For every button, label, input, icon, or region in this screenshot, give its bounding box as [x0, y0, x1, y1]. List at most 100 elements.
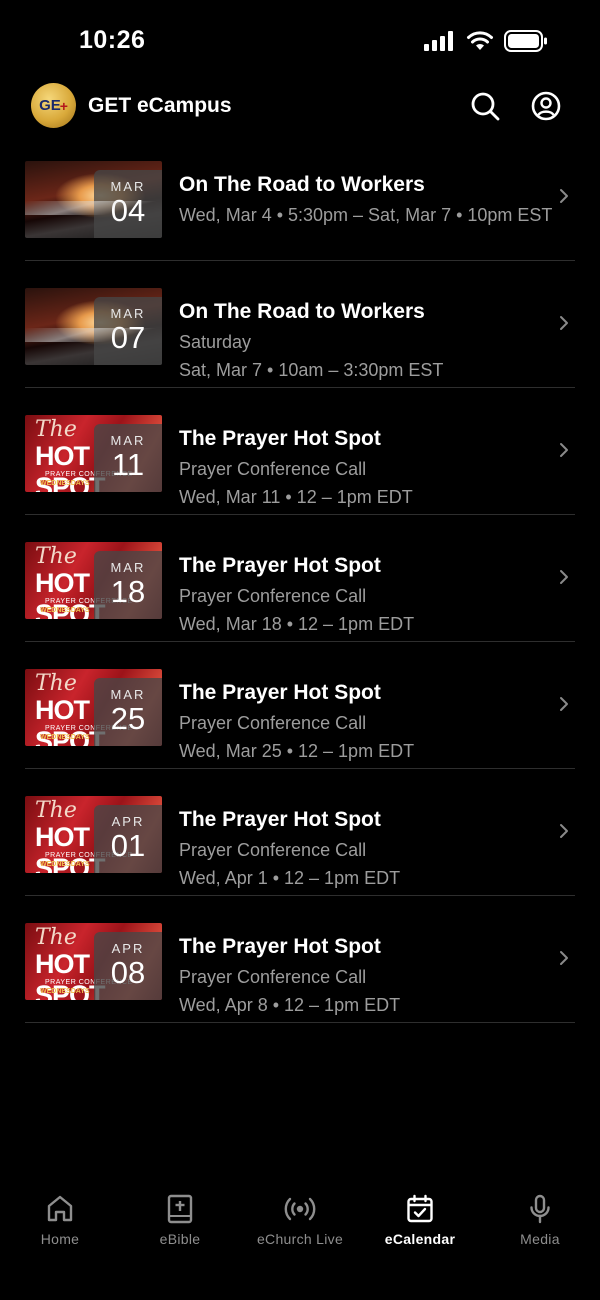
tab-echurch-live[interactable]: eChurch Live: [240, 1180, 360, 1300]
tab-ecalendar[interactable]: eCalendar: [360, 1180, 480, 1300]
event-row[interactable]: The HOT SPOT PRAYER CONFERENCE WEDNESDAYS AP…: [25, 769, 575, 896]
profile-button[interactable]: [530, 90, 562, 122]
app-title: GET eCampus: [88, 94, 232, 117]
chevron-right-icon: [560, 824, 568, 838]
thumb-art-the: The: [35, 544, 77, 569]
event-detail: Prayer Conference Call: [179, 459, 367, 479]
date-day: 11: [111, 447, 145, 482]
thumb-art-the: The: [35, 925, 77, 950]
battery-icon: [504, 30, 547, 52]
event-thumbnail: The HOT SPOT PRAYER CONFERENCE WEDNESDAYS MA…: [25, 542, 162, 619]
tab-label: eBible: [159, 1231, 201, 1247]
thumb-art-sub: WEDNESDAYS: [40, 988, 90, 995]
date-badge: MAR 07: [94, 297, 162, 365]
tab-label: eCalendar: [384, 1231, 456, 1247]
event-detail: Wed, Apr 1 • 12 – 1pm EDT: [179, 868, 401, 888]
event-text: On The Road to Workers Wed, Mar 4 • 5:30p…: [179, 173, 559, 229]
event-row[interactable]: MAR 07 On The Road to Workers Saturday Sat, …: [25, 261, 575, 388]
bible-icon: [167, 1194, 193, 1224]
date-month: MAR: [110, 306, 146, 321]
event-thumbnail: MAR 04: [25, 161, 162, 238]
event-title: The Prayer Hot Spot: [179, 808, 381, 831]
tab-bar: Home eBible eChurch Live eCalendar Media: [0, 1180, 600, 1300]
event-thumbnail: The HOT SPOT PRAYER CONFERENCE WEDNESDAYS MA…: [25, 669, 162, 746]
event-title: The Prayer Hot Spot: [179, 554, 381, 577]
thumb-art-sub: WEDNESDAYS: [40, 861, 90, 868]
date-month: APR: [111, 941, 145, 956]
date-day: 04: [110, 193, 146, 228]
chevron-right-icon: [560, 570, 568, 584]
event-text: The Prayer Hot Spot Prayer Conference Cal…: [179, 427, 559, 511]
event-row[interactable]: The HOT SPOT PRAYER CONFERENCE WEDNESDAYS MA…: [25, 515, 575, 642]
chevron-right-icon: [560, 697, 568, 711]
thumb-art-the: The: [35, 671, 77, 696]
event-title: The Prayer Hot Spot: [179, 681, 381, 704]
event-detail: Prayer Conference Call: [179, 840, 367, 860]
date-day: 07: [110, 320, 146, 355]
status-icons: [424, 30, 548, 52]
date-day: 01: [110, 828, 146, 863]
event-row[interactable]: The HOT SPOT PRAYER CONFERENCE WEDNESDAYS MA…: [25, 642, 575, 769]
broadcast-icon: [284, 1197, 316, 1221]
app-logo-text: GE: [39, 97, 61, 114]
date-month: MAR: [110, 687, 146, 702]
date-day: 18: [110, 574, 146, 609]
event-title: The Prayer Hot Spot: [179, 935, 381, 958]
event-title: On The Road to Workers: [179, 300, 425, 323]
app-logo-mark: +: [59, 97, 68, 114]
tab-label: Media: [520, 1231, 560, 1247]
event-row[interactable]: The HOT SPOT PRAYER CONFERENCE WEDNESDAYS AP…: [25, 896, 575, 1023]
event-list: MAR 04 On The Road to Workers Wed, Mar 4 • …: [25, 134, 575, 1023]
event-detail: Wed, Mar 18 • 12 – 1pm EDT: [179, 614, 415, 634]
date-badge: MAR 18: [94, 551, 162, 619]
event-detail: Prayer Conference Call: [179, 967, 367, 987]
event-detail: Wed, Mar 4 • 5:30pm – Sat, Mar 7 • 10pm …: [179, 205, 553, 225]
chevron-right-icon: [560, 443, 568, 457]
tab-media[interactable]: Media: [480, 1180, 600, 1300]
chevron-right-icon: [560, 316, 568, 330]
date-badge: APR 01: [94, 805, 162, 873]
date-day: 08: [110, 955, 146, 990]
event-detail: Sat, Mar 7 • 10am – 3:30pm EST: [179, 360, 444, 380]
search-button[interactable]: [469, 90, 501, 122]
event-text: The Prayer Hot Spot Prayer Conference Cal…: [179, 808, 559, 892]
thumb-art-the: The: [35, 798, 77, 823]
event-thumbnail: MAR 07: [25, 288, 162, 365]
chevron-right-icon: [560, 189, 568, 203]
microphone-icon: [530, 1194, 550, 1224]
event-thumbnail: The HOT SPOT PRAYER CONFERENCE WEDNESDAYS MA…: [25, 415, 162, 492]
thumb-art-sub: WEDNESDAYS: [40, 607, 90, 614]
event-title: On The Road to Workers: [179, 173, 425, 196]
event-text: The Prayer Hot Spot Prayer Conference Cal…: [179, 554, 559, 638]
event-detail: Wed, Apr 8 • 12 – 1pm EDT: [179, 995, 401, 1015]
event-detail: Wed, Mar 11 • 12 – 1pm EDT: [179, 487, 413, 507]
date-month: APR: [111, 814, 145, 829]
thumb-art-the: The: [35, 417, 77, 442]
event-detail: Prayer Conference Call: [179, 713, 367, 733]
wifi-icon: [467, 31, 493, 50]
date-day: 25: [110, 701, 146, 736]
event-text: The Prayer Hot Spot Prayer Conference Cal…: [179, 681, 559, 765]
app-logo: GE +: [31, 83, 76, 128]
event-detail: Saturday: [179, 332, 252, 352]
event-row[interactable]: The HOT SPOT PRAYER CONFERENCE WEDNESDAYS MA…: [25, 388, 575, 515]
event-detail: Prayer Conference Call: [179, 586, 367, 606]
thumb-art-sub: WEDNESDAYS: [40, 480, 90, 487]
event-row[interactable]: MAR 04 On The Road to Workers Wed, Mar 4 • …: [25, 134, 575, 261]
event-detail: Wed, Mar 25 • 12 – 1pm EDT: [179, 741, 415, 761]
event-title: The Prayer Hot Spot: [179, 427, 381, 450]
date-month: MAR: [110, 179, 146, 194]
tab-home[interactable]: Home: [0, 1180, 120, 1300]
home-icon: [47, 1195, 73, 1222]
signal-icon: [424, 31, 453, 51]
thumb-art-sub: WEDNESDAYS: [40, 734, 90, 741]
date-month: MAR: [110, 560, 146, 575]
tab-label: Home: [40, 1231, 80, 1247]
profile-icon: [531, 91, 561, 121]
date-badge: MAR 04: [94, 170, 162, 238]
app-header: GE + GET eCampus: [0, 80, 600, 134]
date-month: MAR: [110, 433, 146, 448]
chevron-right-icon: [560, 951, 568, 965]
tab-ebible[interactable]: eBible: [120, 1180, 240, 1300]
calendar-icon: [407, 1194, 433, 1223]
